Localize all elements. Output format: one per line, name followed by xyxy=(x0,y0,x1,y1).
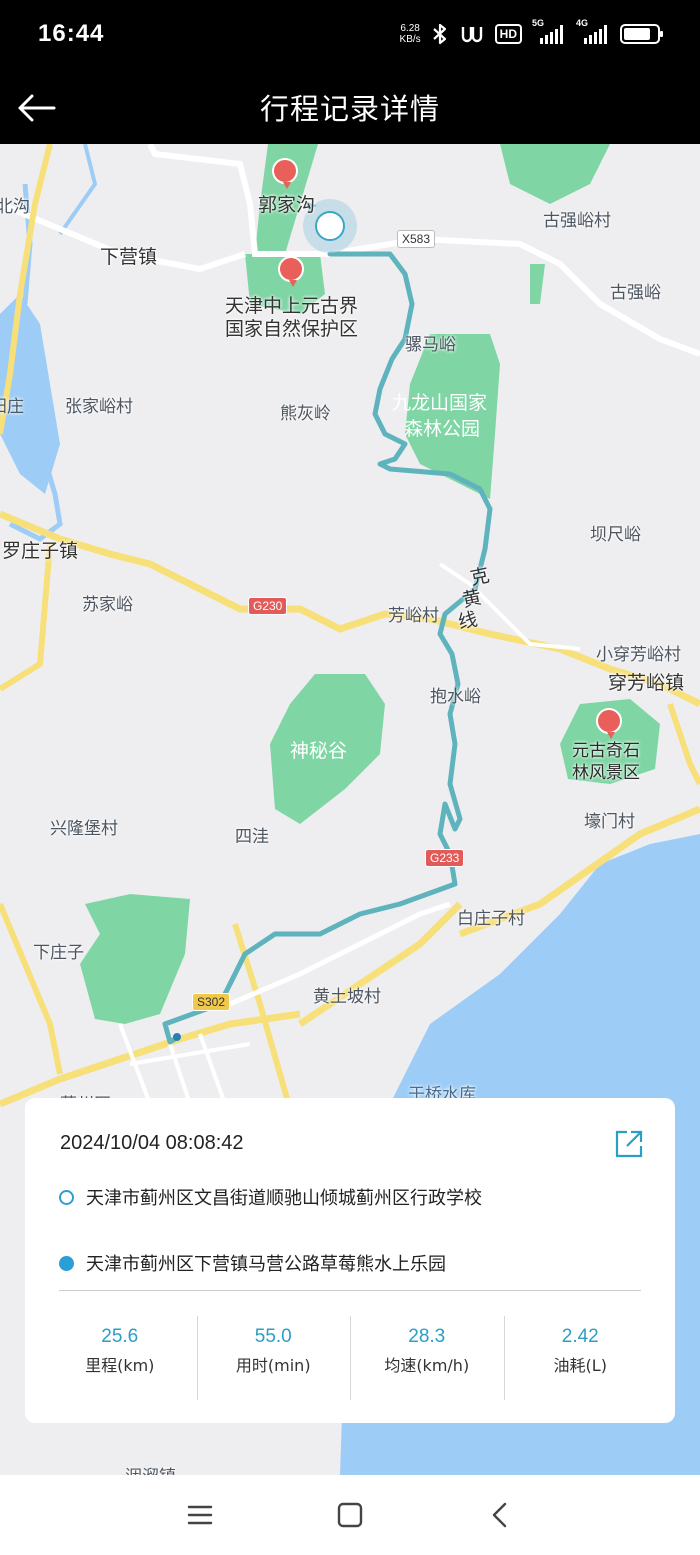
signal-5g-icon: 5G xyxy=(532,18,566,44)
stat-value: 25.6 xyxy=(101,1326,139,1347)
place-label: 九龙山国家 xyxy=(392,392,488,414)
bluetooth-icon xyxy=(432,23,446,45)
road-label-s302: S302 xyxy=(192,993,231,1011)
park-strip xyxy=(530,264,545,304)
stat-label: 用时(min) xyxy=(235,1356,311,1375)
status-bar: 16:44 6.28 KB/s HD 5G 4G xyxy=(0,0,700,72)
place-label: 洇溜镇 xyxy=(125,1462,176,1475)
network-speed: 6.28 KB/s xyxy=(399,23,421,45)
card-divider xyxy=(59,1290,641,1291)
road-label-g233: G233 xyxy=(425,849,465,867)
place-label: 郭家沟 xyxy=(258,194,316,216)
stat-avg-speed: 28.3 均速(km/h) xyxy=(350,1316,504,1400)
end-address: 天津市蓟州区下营镇马营公路草莓熊水上乐园 xyxy=(86,1254,446,1275)
trip-datetime: 2024/10/04 08:08:42 xyxy=(60,1132,244,1154)
trip-stats: 25.6 里程(km) 55.0 用时(min) 28.3 均速(km/h) 2… xyxy=(43,1316,657,1400)
place-label: 白庄子村 xyxy=(457,909,525,929)
place-label: 小穿芳峪村 xyxy=(596,645,681,665)
place-label: 壕门村 xyxy=(584,812,635,832)
place-label: 国家自然保护区 xyxy=(225,318,359,340)
place-label: 穿芳峪镇 xyxy=(608,672,685,694)
place-label: 下营镇 xyxy=(100,246,158,268)
place-label: 兴隆堡村 xyxy=(50,819,118,839)
place-label: 芳峪村 xyxy=(388,606,439,626)
battery-icon xyxy=(620,24,663,44)
back-chevron-icon xyxy=(492,1502,507,1528)
status-icons: 6.28 KB/s HD 5G 4G xyxy=(399,18,663,46)
stat-label: 油耗(L) xyxy=(553,1356,607,1375)
stat-value: 28.3 xyxy=(408,1326,446,1347)
road-left-yellow2 xyxy=(0,543,53,692)
poi-pin-guojiagou[interactable] xyxy=(272,158,298,189)
start-point-icon xyxy=(59,1189,74,1205)
road-label-g230: G230 xyxy=(248,597,288,615)
signal-4g-icon: 4G xyxy=(576,18,610,44)
place-label: 森林公园 xyxy=(404,418,481,440)
route-start-dot xyxy=(173,1033,181,1041)
stat-fuel: 2.42 油耗(L) xyxy=(503,1316,658,1400)
place-label: 熊灰岭 xyxy=(280,404,331,424)
place-label: 罗庄子镇 xyxy=(2,540,79,562)
poi-pin-yuangu[interactable] xyxy=(596,708,622,739)
end-address-row: 天津市蓟州区下营镇马营公路草莓熊水上乐园 xyxy=(59,1250,446,1276)
share-button[interactable] xyxy=(613,1128,645,1160)
place-label: 阳庄 xyxy=(0,397,24,417)
place-label: 神秘谷 xyxy=(290,740,348,762)
road-right-yellow xyxy=(667,703,700,786)
place-label: 林风景区 xyxy=(572,763,640,783)
park-lower-left xyxy=(80,894,190,1024)
place-label: 元古奇石 xyxy=(572,741,640,761)
river-upper xyxy=(58,144,98,236)
place-label: 黄土坡村 xyxy=(313,987,381,1007)
place-label: 四洼 xyxy=(235,827,269,847)
page-title: 行程记录详情 xyxy=(259,92,440,126)
start-address: 天津市蓟州区文昌街道顺驰山倾城蓟州区行政学校 xyxy=(86,1188,482,1209)
park-top-right xyxy=(500,144,610,204)
stat-value: 2.42 xyxy=(561,1326,599,1347)
system-back-button[interactable] xyxy=(480,1495,520,1535)
status-time: 16:44 xyxy=(38,20,105,47)
stat-label: 均速(km/h) xyxy=(384,1356,470,1375)
menu-icon xyxy=(187,1505,213,1525)
share-external-icon xyxy=(615,1130,643,1158)
road-label-x583: X583 xyxy=(397,230,436,248)
poi-pin-reserve[interactable] xyxy=(278,256,304,287)
place-label: 下庄子 xyxy=(33,943,84,963)
place-label: 古强峪 xyxy=(610,283,661,303)
place-label: 苏家峪 xyxy=(82,595,133,615)
stat-distance: 25.6 里程(km) xyxy=(43,1316,197,1400)
stat-value: 55.0 xyxy=(254,1326,292,1347)
end-point-icon xyxy=(59,1255,74,1271)
trip-summary-card: 2024/10/04 08:08:42 天津市蓟州区文昌街道顺驰山倾城蓟州区行政… xyxy=(25,1098,675,1423)
stat-duration: 55.0 用时(min) xyxy=(196,1316,351,1400)
system-nav-bar xyxy=(0,1475,700,1555)
place-label: 北沟 xyxy=(0,197,30,217)
hd-voice-icon: HD xyxy=(494,24,522,44)
start-address-row: 天津市蓟州区文昌街道顺驰山倾城蓟州区行政学校 xyxy=(59,1184,482,1210)
vibrate-icon xyxy=(461,27,482,43)
title-bar: 行程记录详情 xyxy=(0,72,700,144)
stat-label: 里程(km) xyxy=(85,1356,155,1375)
home-button[interactable] xyxy=(330,1495,370,1535)
recents-button[interactable] xyxy=(180,1495,220,1535)
place-label: 坝尺峪 xyxy=(590,525,641,545)
place-label: 古强峪村 xyxy=(543,211,611,231)
place-label: 张家峪村 xyxy=(65,397,133,417)
place-label: 骡马峪 xyxy=(405,335,456,355)
place-label: 抱水峪 xyxy=(430,687,481,707)
home-square-icon xyxy=(337,1502,363,1528)
road-left-lower xyxy=(0,902,63,1075)
